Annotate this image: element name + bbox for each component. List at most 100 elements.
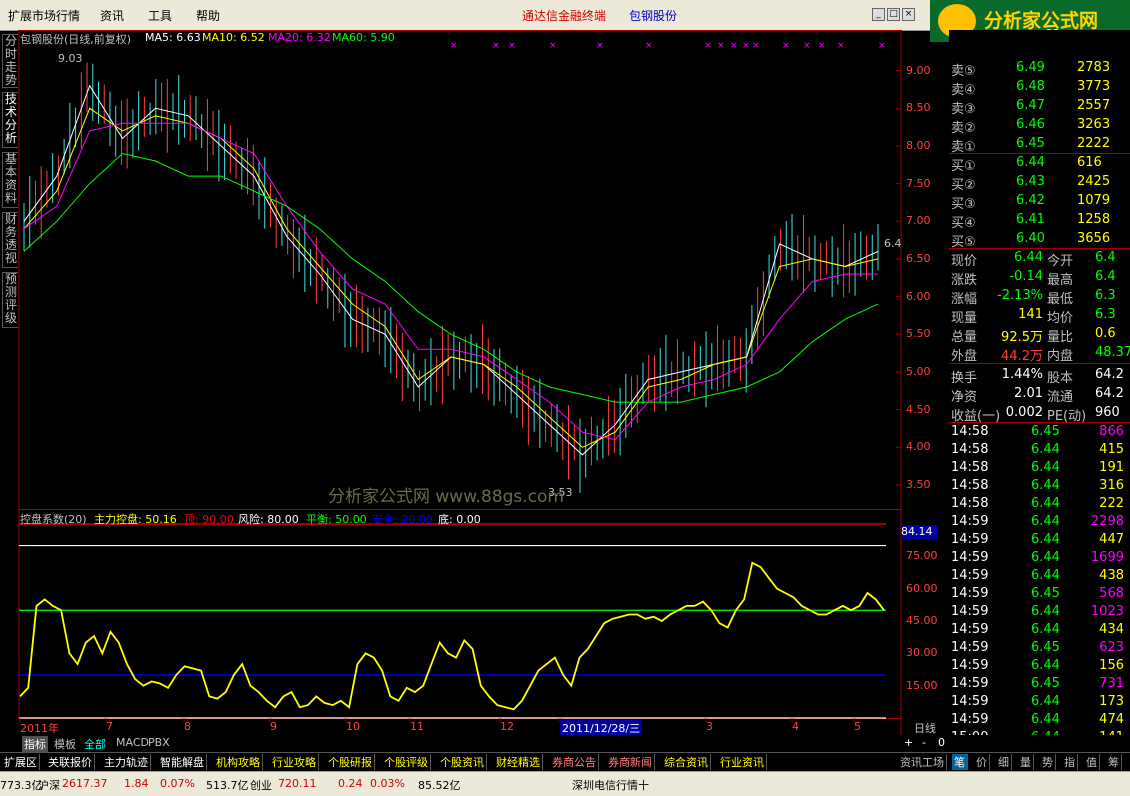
x-axis-tick: 2011年 <box>20 722 59 735</box>
tick-volume: 2298 <box>1090 514 1124 529</box>
tab-pbx[interactable]: PBX <box>148 736 170 749</box>
stat-label-2: 均价 <box>1047 311 1074 326</box>
tick-time: 14:58 <box>951 478 989 493</box>
menu-item-news[interactable]: 资讯 <box>100 7 124 24</box>
quote-view-tab-2[interactable]: 价 <box>974 754 990 770</box>
tick-row: 14:58 6.44 191 <box>949 459 1130 477</box>
menu-item-help[interactable]: 帮助 <box>196 7 220 24</box>
status-index-change: 1.84 <box>124 777 149 790</box>
indicator-current-value: 84.14 <box>901 525 938 539</box>
extension-tab-13[interactable]: 行业资讯 <box>718 754 767 770</box>
ask-label: 卖② <box>951 121 976 136</box>
extension-tab-8[interactable]: 个股资讯 <box>438 754 487 770</box>
extension-tab-0[interactable]: 扩展区 <box>2 754 40 770</box>
extension-tab-9[interactable]: 财经精选 <box>494 754 543 770</box>
high-price-label: 9.03 <box>58 52 83 65</box>
quote-view-tab-5[interactable]: 势 <box>1040 754 1056 770</box>
period-label[interactable]: 日线 <box>914 720 936 736</box>
quote-view-tab-4[interactable]: 量 <box>1018 754 1034 770</box>
menu-item-extended-market[interactable]: 扩展市场行情 <box>8 7 80 24</box>
ask-volume: 2557 <box>1077 98 1111 113</box>
ask-price: 6.47 <box>1016 98 1045 113</box>
x-axis-tick: 7 <box>106 720 113 733</box>
extension-tab-6[interactable]: 个股研报 <box>326 754 375 770</box>
stat-label: 涨幅 <box>951 292 978 307</box>
tick-time: 14:59 <box>951 532 989 547</box>
bid-volume: 3656 <box>1077 231 1111 246</box>
quote-view-tab-0[interactable]: 资讯工场 <box>898 754 947 770</box>
stock-title: 包钢股份 <box>629 9 678 23</box>
extension-tab-10[interactable]: 券商公告 <box>550 754 599 770</box>
extension-tab-1[interactable]: 关联报价 <box>46 754 95 770</box>
tick-time: 14:59 <box>951 676 989 691</box>
price-chart-svg[interactable]: × × × × × × × × × × × × × × × × <box>18 30 902 735</box>
tab-template[interactable]: 模板 <box>54 736 76 752</box>
extension-tab-4[interactable]: 机构攻略 <box>214 754 263 770</box>
ask-price: 6.48 <box>1016 79 1045 94</box>
bid-volume: 2425 <box>1077 174 1111 189</box>
minimize-icon[interactable]: _ <box>872 8 885 21</box>
quote-view-tab-1[interactable]: 笔 <box>952 754 968 770</box>
tab-macd[interactable]: MACD <box>116 736 149 749</box>
zoom-in-button[interactable]: + <box>904 736 913 749</box>
tick-volume: 1699 <box>1090 550 1124 565</box>
last-price-label: 6.4 <box>884 237 902 250</box>
bid-label: 买④ <box>951 216 976 231</box>
stat-row: 换手 1.44% 股本 64.2 <box>949 366 1130 386</box>
indicator-balance: 平衡: 50.00 <box>306 513 367 526</box>
extension-tab-3[interactable]: 智能解盘 <box>158 754 207 770</box>
stat-label-2: 最高 <box>1047 273 1074 288</box>
extension-tab-12[interactable]: 综合资讯 <box>662 754 711 770</box>
x-axis-tick: 5 <box>854 720 861 733</box>
tick-volume: 434 <box>1099 622 1124 637</box>
extension-tab-2[interactable]: 主力轨迹 <box>102 754 151 770</box>
extension-tab-7[interactable]: 个股评级 <box>382 754 431 770</box>
restore-icon[interactable]: □ <box>887 8 900 21</box>
status-value-1: 773.3亿 <box>0 779 43 792</box>
tab-all[interactable]: 全部 <box>84 736 106 752</box>
signal-marker: × <box>742 41 750 51</box>
stat-value-2: 6.3 <box>1095 288 1116 303</box>
stat-label: 现价 <box>951 254 978 269</box>
tick-price: 6.44 <box>1031 622 1060 637</box>
quote-view-tab-6[interactable]: 指 <box>1062 754 1078 770</box>
ask-row: 卖⑤ 6.49 2783 <box>949 59 1130 79</box>
status-chinext-name[interactable]: 创业 <box>250 777 272 793</box>
ask-volume: 3773 <box>1077 79 1111 94</box>
stat-label-2: 内盘 <box>1047 349 1074 364</box>
quote-panel: 卖⑤ 6.49 2783 卖④ 6.48 3773 卖③ 6.47 2557 卖② 6.46 3263… <box>949 55 1130 755</box>
app-title: 通达信金融终端 <box>522 9 607 23</box>
stat-value: 1.44% <box>1001 367 1043 382</box>
quote-view-tab-7[interactable]: 值 <box>1084 754 1100 770</box>
extension-tab-11[interactable]: 券商新闻 <box>606 754 655 770</box>
ma10-label: MA10: 6.52 <box>202 31 265 44</box>
status-index-name[interactable]: 沪深 <box>38 777 60 793</box>
x-axis-tick: 8 <box>184 720 191 733</box>
tick-row: 14:59 6.45 568 <box>949 585 1130 603</box>
stat-label-2: 量比 <box>1047 330 1074 345</box>
extension-tab-5[interactable]: 行业攻略 <box>270 754 319 770</box>
close-icon[interactable]: × <box>902 8 915 21</box>
stat-value: 2.01 <box>1014 386 1043 401</box>
status-bar: 773.3亿 沪深 2617.37 1.84 0.07% 513.7亿 创业 7… <box>0 771 1130 796</box>
ask-label: 卖③ <box>951 102 976 117</box>
signal-marker: × <box>782 41 790 51</box>
quote-view-tab-8[interactable]: 筹 <box>1106 754 1122 770</box>
tick-row: 14:58 6.44 316 <box>949 477 1130 495</box>
stat-label-2: 股本 <box>1047 371 1074 386</box>
zoom-out-button[interactable]: - <box>922 736 926 749</box>
stat-label-2: 最低 <box>1047 292 1074 307</box>
chart-area[interactable]: × × × × × × × × × × × × × × × × 包钢股份(日线,前复权) MA5: 6.63 … <box>18 30 938 736</box>
tick-row: 14:59 6.44 1023 <box>949 603 1130 621</box>
tab-indicator[interactable]: 指标 <box>22 736 48 752</box>
status-chinext-value: 720.11 <box>278 777 317 790</box>
tick-volume: 447 <box>1099 532 1124 547</box>
tick-price: 6.44 <box>1031 478 1060 493</box>
menu-item-tools[interactable]: 工具 <box>148 7 172 24</box>
zoom-reset-button[interactable]: 0 <box>938 736 945 749</box>
quote-view-tab-3[interactable]: 细 <box>996 754 1012 770</box>
price-axis-tick: 4.00 <box>906 440 931 454</box>
bid-label: 买③ <box>951 197 976 212</box>
stat-label-2: 流通 <box>1047 390 1074 405</box>
indicator-axis-tick: 15.00 <box>906 678 938 692</box>
